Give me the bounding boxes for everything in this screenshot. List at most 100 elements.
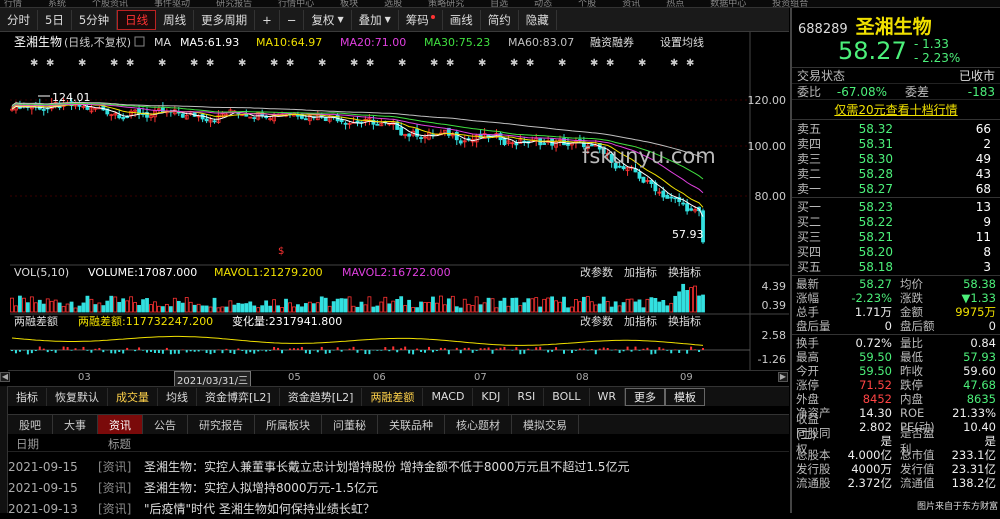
promo-text[interactable]: 仅需20元查看十档行情: [834, 101, 957, 118]
order-level[interactable]: 卖四 58.31 2: [792, 136, 1000, 152]
menu-item[interactable]: 事件驱动: [154, 0, 190, 7]
order-level[interactable]: 买五 58.18 3: [792, 259, 1000, 275]
menu-item[interactable]: 数据中心: [710, 0, 746, 7]
toolbar-item[interactable]: 筹码: [399, 9, 443, 30]
info-tab[interactable]: 大事: [53, 415, 98, 434]
menu-item[interactable]: 资讯: [622, 0, 640, 7]
indicator-tab[interactable]: 指标: [8, 387, 47, 406]
info-tab[interactable]: 公告: [143, 415, 188, 434]
info-tab[interactable]: 关联品种: [378, 415, 445, 434]
indicator-tab[interactable]: 资金博弈[L2]: [197, 387, 280, 406]
level-volume: 8: [983, 244, 991, 259]
scroll-right-icon[interactable]: ▶: [778, 372, 788, 382]
ma-label: MA: [154, 36, 171, 49]
news-title[interactable]: 圣湘生物：实控人拟增持8000万元-1.5亿元: [144, 479, 378, 496]
toolbar-item[interactable]: 简约: [481, 9, 519, 30]
order-level[interactable]: 卖二 58.28 43: [792, 166, 1000, 182]
info-tab[interactable]: 模拟交易: [512, 415, 579, 434]
stat-label: 盘后额: [900, 319, 935, 333]
news-title[interactable]: 圣湘生物：实控人兼董事长戴立忠计划增持股份 增持金额不低于8000万元且不超过1…: [144, 458, 629, 475]
toolbar-item[interactable]: 画线: [443, 9, 481, 30]
menu-item[interactable]: 个股资讯: [92, 0, 128, 7]
info-tab[interactable]: 所属板块: [255, 415, 322, 434]
stat-row: 最高 59.50 最低 57.93: [792, 350, 1000, 364]
toolbar-item[interactable]: 5日: [38, 9, 72, 30]
menu-item[interactable]: 行情: [4, 0, 22, 7]
order-level[interactable]: 买三 58.21 11: [792, 229, 1000, 245]
order-level[interactable]: 卖三 58.30 49: [792, 151, 1000, 167]
info-tab[interactable]: 问董秘: [322, 415, 378, 434]
period-toolbar: 分时 5日 5分钟 日线 周线 更多周期 + − 复权 ▼ 叠加 ▼ 筹码 画线 简约 隐藏: [0, 8, 789, 32]
info-tab[interactable]: 研究报告: [188, 415, 255, 434]
event-marker-icon: ✱: [46, 58, 54, 69]
indicator-tab[interactable]: BOLL: [544, 387, 590, 406]
toolbar-item[interactable]: 叠加 ▼: [352, 9, 399, 30]
vol-bar: [311, 303, 316, 313]
indicator-tab[interactable]: 两融差额: [362, 387, 424, 406]
kline-candle: [542, 143, 547, 145]
menu-item[interactable]: 研究报告: [216, 0, 252, 7]
order-level[interactable]: 卖一 58.27 68: [792, 181, 1000, 197]
menu-item[interactable]: 动态: [534, 0, 552, 7]
toolbar-item[interactable]: −: [280, 9, 305, 30]
news-row[interactable]: 2021-09-15 [资讯] 圣湘生物：实控人兼董事长戴立忠计划增持股份 增持金额…: [8, 456, 789, 477]
indicator-tab[interactable]: 均线: [158, 387, 197, 406]
vol-bar: [149, 304, 153, 313]
level-label: 买五: [797, 260, 822, 274]
info-tab[interactable]: 股吧: [8, 415, 53, 434]
menu-item[interactable]: 板块: [340, 0, 358, 7]
promo-link[interactable]: 仅需20元查看十档行情: [792, 100, 1000, 120]
vol-bar: [327, 305, 332, 313]
stats-block-2: 换手 0.72% 量比 0.84 最高 59.50 最低 57.93 今开 59.50 昨收 59.6…: [792, 335, 1000, 491]
kline-candle: [637, 171, 642, 179]
indicator-tab[interactable]: WR: [590, 387, 626, 406]
toolbar-item[interactable]: 5分钟: [72, 9, 118, 30]
toolbar-item[interactable]: 分时: [0, 9, 38, 30]
level-volume: 11: [975, 229, 991, 244]
indicator-tab[interactable]: KDJ: [473, 387, 510, 406]
menu-item[interactable]: 个股: [578, 0, 596, 7]
kline-chart-area[interactable]: 圣湘生物 (日线,不复权) MA MA5:61.93 MA10:64.97 MA20:71…: [0, 32, 789, 386]
toolbar-item[interactable]: 复权 ▼: [304, 9, 352, 30]
vol-bar: [661, 299, 666, 313]
order-level[interactable]: 买四 58.20 8: [792, 244, 1000, 260]
news-title[interactable]: "后疫情"时代 圣湘生物如何保持业绩长虹？: [144, 500, 375, 517]
vol-bar: [681, 283, 686, 313]
indicator-tab[interactable]: 模板: [665, 387, 706, 406]
menu-item[interactable]: 自选: [490, 0, 508, 7]
indicator-tab[interactable]: 资金趋势[L2]: [280, 387, 363, 406]
kline-svg[interactable]: 圣湘生物 (日线,不复权) MA MA5:61.93 MA10:64.97 MA20:71…: [0, 32, 789, 370]
order-level[interactable]: 买二 58.22 9: [792, 214, 1000, 230]
toolbar-item[interactable]: 隐藏: [519, 9, 557, 30]
scroll-left-icon[interactable]: ◀: [0, 372, 10, 382]
menu-bar: 行情 系统 个股资讯 事件驱动 研究报告 行情中心 板块 选股 策略研究 自选 动态 个股 资讯 热点 数据…: [0, 0, 1000, 8]
menu-item[interactable]: 选股: [384, 0, 402, 7]
order-level[interactable]: 买一 58.23 13: [792, 199, 1000, 215]
menu-item[interactable]: 策略研究: [428, 0, 464, 7]
toolbar-item[interactable]: 日线: [117, 9, 157, 30]
info-tab[interactable]: 资讯: [98, 415, 143, 434]
menu-item[interactable]: 热点: [666, 0, 684, 7]
vol-bar: [454, 306, 459, 313]
toolbar-item[interactable]: 周线: [156, 9, 195, 30]
indicator-tab[interactable]: 成交量: [108, 387, 158, 406]
indicator-tab[interactable]: 恢复默认: [47, 387, 108, 406]
indicator-tab[interactable]: 更多: [625, 387, 666, 406]
vol-bar: [355, 306, 360, 313]
menu-item[interactable]: 行情中心: [278, 0, 314, 7]
vol-bar: [65, 303, 70, 313]
kline-candle: [375, 123, 380, 126]
menu-item[interactable]: 投资组合: [772, 0, 808, 7]
toolbar-item[interactable]: +: [255, 9, 280, 30]
menu-item[interactable]: 系统: [48, 0, 66, 7]
vol-bar: [379, 301, 384, 313]
info-tab[interactable]: 核心题材: [445, 415, 512, 434]
news-row[interactable]: 2021-09-13 [资讯] "后疫情"时代 圣湘生物如何保持业绩长虹？: [8, 498, 789, 519]
news-row[interactable]: 2021-09-15 [资讯] 圣湘生物：实控人拟增持8000万元-1.5亿元: [8, 477, 789, 498]
indicator-tab[interactable]: MACD: [423, 387, 474, 406]
indicator-tab[interactable]: RSI: [509, 387, 545, 406]
stat-value: 8635: [966, 392, 996, 406]
toolbar-item-label: 筹码: [405, 12, 429, 27]
order-level[interactable]: 卖五 58.32 66: [792, 121, 1000, 137]
toolbar-item[interactable]: 更多周期: [194, 9, 256, 30]
